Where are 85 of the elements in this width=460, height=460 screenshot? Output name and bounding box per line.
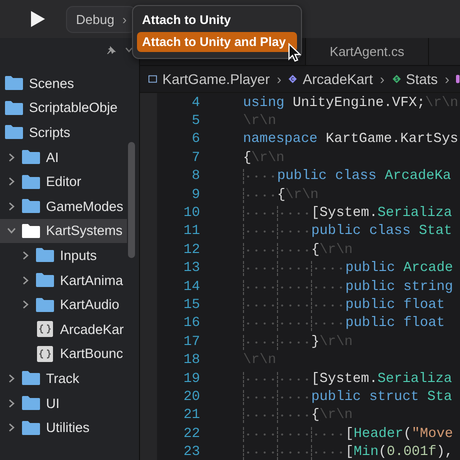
code-line: namespace KartGame.KartSys [243, 132, 458, 148]
folder-icon [21, 370, 41, 386]
play-icon[interactable] [30, 10, 46, 28]
folder-icon [35, 272, 55, 288]
pin-icon[interactable] [107, 45, 117, 55]
chevron-icon[interactable] [7, 398, 16, 408]
code-line: public struct Sta [243, 390, 452, 405]
line-number: 12 [182, 242, 200, 258]
folder-icon [21, 198, 41, 214]
chevron-icon[interactable] [7, 177, 16, 186]
folder-icon [35, 296, 55, 313]
line-number: 18 [182, 353, 200, 368]
code-file-icon [35, 344, 55, 363]
folder-icon [21, 395, 41, 412]
tree-item[interactable]: ArcadeKar [0, 316, 127, 342]
chevron-icon[interactable] [21, 276, 30, 285]
tree-item[interactable]: Utilities [0, 415, 127, 440]
line-number: 16 [182, 316, 200, 332]
tree-item[interactable]: Scenes [0, 71, 127, 96]
tree-item[interactable]: KartBounc [0, 342, 127, 366]
code-line: public float [243, 316, 445, 332]
folder-icon [21, 420, 41, 436]
line-number: 5 [190, 114, 200, 130]
menu-item[interactable]: Attach to Unity and Play [137, 32, 297, 52]
code-line: [System.Serializa [243, 372, 452, 387]
chevron-icon[interactable] [7, 226, 16, 236]
code-line: public class ArcadeKa [243, 169, 452, 184]
tree-item[interactable]: AI [0, 144, 127, 170]
tree-item[interactable]: Scripts [0, 120, 127, 145]
code-line: public string [243, 280, 454, 295]
folder-icon [35, 247, 55, 264]
line-number: 4 [190, 96, 200, 111]
breadcrumb-item[interactable]: ArcadeKart [302, 71, 373, 87]
folder-icon [4, 124, 24, 140]
tree-item[interactable]: Inputs [0, 243, 127, 268]
line-number: 19 [182, 372, 200, 387]
line-number: 20 [182, 390, 200, 405]
menu-item[interactable]: Attach to Unity [137, 10, 297, 30]
line-number: 22 [182, 426, 200, 442]
line-number: 10 [182, 206, 200, 222]
tree-item[interactable]: ScriptableObje [0, 96, 127, 120]
line-number: 6 [190, 132, 200, 148]
chevron-down-icon[interactable] [125, 47, 133, 53]
folder-icon [4, 75, 24, 92]
tree-item[interactable]: KartAudio [0, 292, 127, 317]
tree-item[interactable]: KartSystems [0, 218, 127, 244]
code-line: public Arcade [243, 261, 454, 276]
chevron-icon[interactable] [21, 300, 30, 310]
tree-item[interactable]: GameModes [0, 194, 127, 219]
code-line: public float [243, 298, 445, 313]
chevron-icon[interactable] [7, 374, 16, 383]
line-number: 21 [182, 408, 200, 424]
line-number: 15 [182, 298, 200, 313]
line-number: 23 [182, 445, 200, 460]
tree-item[interactable]: Track [0, 366, 127, 391]
tree-item[interactable]: KartAnima [0, 268, 127, 292]
line-number: 11 [182, 224, 200, 240]
breadcrumb-separator: › [380, 71, 385, 87]
breadcrumb-item[interactable]: Stats [406, 71, 438, 87]
breadcrumb-item[interactable]: KartGame.Player [162, 71, 270, 87]
code-line: [Min(0.001f), [243, 445, 454, 460]
line-number: 9 [190, 188, 200, 203]
chevron-icon[interactable] [7, 423, 16, 432]
tree-item[interactable]: UI [0, 390, 127, 416]
folder-icon [21, 149, 41, 166]
chevron-icon[interactable] [21, 250, 30, 260]
code-file-icon [35, 320, 55, 338]
code-line: public class Stat [243, 224, 452, 240]
line-number: 13 [182, 261, 200, 276]
breadcrumb-separator: › [276, 71, 282, 87]
code-line: [Header("Move [243, 426, 454, 442]
scrollbar-thumb[interactable] [128, 142, 135, 258]
folder-icon [21, 174, 41, 190]
line-number: 7 [190, 150, 200, 166]
chevron-icon[interactable] [7, 202, 16, 211]
line-number: 8 [190, 169, 200, 184]
line-number: 14 [182, 280, 200, 295]
line-number: 17 [182, 334, 200, 350]
chevron-icon[interactable] [7, 152, 16, 162]
configuration-selector[interactable]: Debug › [66, 6, 136, 32]
folder-icon [21, 222, 41, 239]
code-line: [System.Serializa [243, 206, 452, 222]
folder-icon [4, 100, 24, 116]
tree-item[interactable]: Editor [0, 169, 127, 194]
breadcrumb-separator: › [444, 71, 450, 87]
